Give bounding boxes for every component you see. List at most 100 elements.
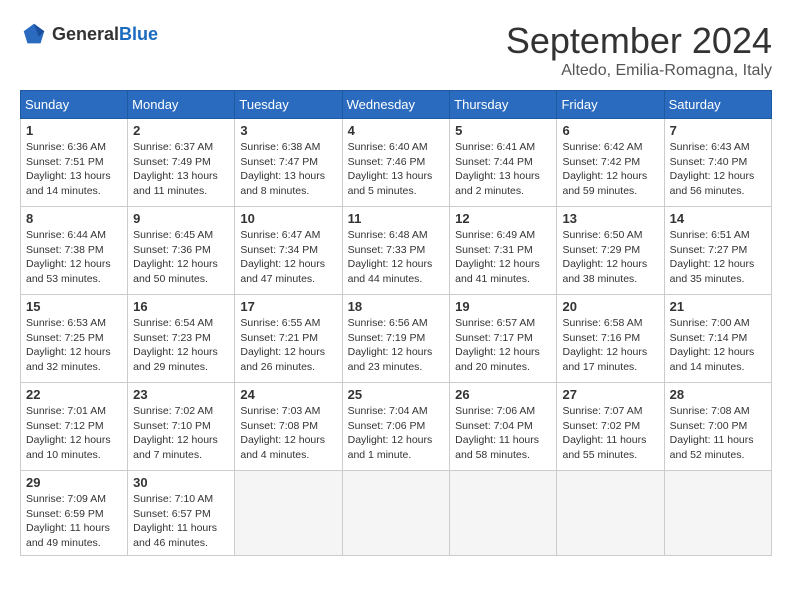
logo-text-general: General (52, 24, 119, 44)
day-info: Sunrise: 6:53 AM Sunset: 7:25 PM Dayligh… (26, 316, 122, 375)
day-info: Sunrise: 7:10 AM Sunset: 6:57 PM Dayligh… (133, 492, 229, 551)
table-row: 29 Sunrise: 7:09 AM Sunset: 6:59 PM Dayl… (21, 471, 128, 556)
table-row: 9 Sunrise: 6:45 AM Sunset: 7:36 PM Dayli… (128, 207, 235, 295)
day-info: Sunrise: 6:56 AM Sunset: 7:19 PM Dayligh… (348, 316, 445, 375)
table-row: 24 Sunrise: 7:03 AM Sunset: 7:08 PM Dayl… (235, 383, 342, 471)
table-row: 4 Sunrise: 6:40 AM Sunset: 7:46 PM Dayli… (342, 119, 450, 207)
day-info: Sunrise: 7:07 AM Sunset: 7:02 PM Dayligh… (562, 404, 658, 463)
day-info: Sunrise: 6:44 AM Sunset: 7:38 PM Dayligh… (26, 228, 122, 287)
calendar-week-row: 8 Sunrise: 6:44 AM Sunset: 7:38 PM Dayli… (21, 207, 772, 295)
table-row: 23 Sunrise: 7:02 AM Sunset: 7:10 PM Dayl… (128, 383, 235, 471)
table-row: 6 Sunrise: 6:42 AM Sunset: 7:42 PM Dayli… (557, 119, 664, 207)
col-thursday: Thursday (450, 91, 557, 119)
table-row: 25 Sunrise: 7:04 AM Sunset: 7:06 PM Dayl… (342, 383, 450, 471)
table-row: 16 Sunrise: 6:54 AM Sunset: 7:23 PM Dayl… (128, 295, 235, 383)
day-info: Sunrise: 7:09 AM Sunset: 6:59 PM Dayligh… (26, 492, 122, 551)
day-info: Sunrise: 6:45 AM Sunset: 7:36 PM Dayligh… (133, 228, 229, 287)
day-number: 30 (133, 475, 229, 490)
day-number: 14 (670, 211, 766, 226)
day-number: 9 (133, 211, 229, 226)
logo-text-blue: Blue (119, 24, 158, 44)
day-info: Sunrise: 6:43 AM Sunset: 7:40 PM Dayligh… (670, 140, 766, 199)
table-row: 15 Sunrise: 6:53 AM Sunset: 7:25 PM Dayl… (21, 295, 128, 383)
table-row: 1 Sunrise: 6:36 AM Sunset: 7:51 PM Dayli… (21, 119, 128, 207)
table-row: 10 Sunrise: 6:47 AM Sunset: 7:34 PM Dayl… (235, 207, 342, 295)
day-number: 13 (562, 211, 658, 226)
table-row: 20 Sunrise: 6:58 AM Sunset: 7:16 PM Dayl… (557, 295, 664, 383)
col-wednesday: Wednesday (342, 91, 450, 119)
day-number: 1 (26, 123, 122, 138)
table-row: 5 Sunrise: 6:41 AM Sunset: 7:44 PM Dayli… (450, 119, 557, 207)
table-row: 19 Sunrise: 6:57 AM Sunset: 7:17 PM Dayl… (450, 295, 557, 383)
day-number: 21 (670, 299, 766, 314)
day-number: 23 (133, 387, 229, 402)
day-number: 28 (670, 387, 766, 402)
calendar-week-row: 1 Sunrise: 6:36 AM Sunset: 7:51 PM Dayli… (21, 119, 772, 207)
table-row (664, 471, 771, 556)
day-info: Sunrise: 6:50 AM Sunset: 7:29 PM Dayligh… (562, 228, 658, 287)
col-friday: Friday (557, 91, 664, 119)
table-row: 12 Sunrise: 6:49 AM Sunset: 7:31 PM Dayl… (450, 207, 557, 295)
table-row: 21 Sunrise: 7:00 AM Sunset: 7:14 PM Dayl… (664, 295, 771, 383)
day-info: Sunrise: 7:08 AM Sunset: 7:00 PM Dayligh… (670, 404, 766, 463)
calendar-week-row: 29 Sunrise: 7:09 AM Sunset: 6:59 PM Dayl… (21, 471, 772, 556)
logo: GeneralBlue (20, 20, 158, 48)
table-row: 13 Sunrise: 6:50 AM Sunset: 7:29 PM Dayl… (557, 207, 664, 295)
day-info: Sunrise: 6:38 AM Sunset: 7:47 PM Dayligh… (240, 140, 336, 199)
day-number: 4 (348, 123, 445, 138)
day-info: Sunrise: 6:49 AM Sunset: 7:31 PM Dayligh… (455, 228, 551, 287)
day-number: 17 (240, 299, 336, 314)
day-number: 3 (240, 123, 336, 138)
table-row: 7 Sunrise: 6:43 AM Sunset: 7:40 PM Dayli… (664, 119, 771, 207)
day-number: 7 (670, 123, 766, 138)
day-info: Sunrise: 6:42 AM Sunset: 7:42 PM Dayligh… (562, 140, 658, 199)
day-info: Sunrise: 6:48 AM Sunset: 7:33 PM Dayligh… (348, 228, 445, 287)
day-number: 29 (26, 475, 122, 490)
table-row: 26 Sunrise: 7:06 AM Sunset: 7:04 PM Dayl… (450, 383, 557, 471)
day-number: 19 (455, 299, 551, 314)
page-header: GeneralBlue September 2024 Altedo, Emili… (20, 20, 772, 80)
day-info: Sunrise: 7:03 AM Sunset: 7:08 PM Dayligh… (240, 404, 336, 463)
table-row: 11 Sunrise: 6:48 AM Sunset: 7:33 PM Dayl… (342, 207, 450, 295)
table-row: 14 Sunrise: 6:51 AM Sunset: 7:27 PM Dayl… (664, 207, 771, 295)
day-info: Sunrise: 6:41 AM Sunset: 7:44 PM Dayligh… (455, 140, 551, 199)
calendar-week-row: 15 Sunrise: 6:53 AM Sunset: 7:25 PM Dayl… (21, 295, 772, 383)
day-number: 6 (562, 123, 658, 138)
table-row: 30 Sunrise: 7:10 AM Sunset: 6:57 PM Dayl… (128, 471, 235, 556)
day-number: 18 (348, 299, 445, 314)
day-number: 22 (26, 387, 122, 402)
day-number: 10 (240, 211, 336, 226)
table-row: 3 Sunrise: 6:38 AM Sunset: 7:47 PM Dayli… (235, 119, 342, 207)
table-row (342, 471, 450, 556)
day-number: 5 (455, 123, 551, 138)
table-row (450, 471, 557, 556)
table-row: 8 Sunrise: 6:44 AM Sunset: 7:38 PM Dayli… (21, 207, 128, 295)
day-info: Sunrise: 7:02 AM Sunset: 7:10 PM Dayligh… (133, 404, 229, 463)
calendar-header-row: Sunday Monday Tuesday Wednesday Thursday… (21, 91, 772, 119)
day-info: Sunrise: 6:54 AM Sunset: 7:23 PM Dayligh… (133, 316, 229, 375)
calendar-week-row: 22 Sunrise: 7:01 AM Sunset: 7:12 PM Dayl… (21, 383, 772, 471)
title-block: September 2024 Altedo, Emilia-Romagna, I… (506, 20, 772, 80)
table-row: 27 Sunrise: 7:07 AM Sunset: 7:02 PM Dayl… (557, 383, 664, 471)
table-row: 28 Sunrise: 7:08 AM Sunset: 7:00 PM Dayl… (664, 383, 771, 471)
day-info: Sunrise: 6:55 AM Sunset: 7:21 PM Dayligh… (240, 316, 336, 375)
day-info: Sunrise: 6:37 AM Sunset: 7:49 PM Dayligh… (133, 140, 229, 199)
day-number: 12 (455, 211, 551, 226)
col-monday: Monday (128, 91, 235, 119)
day-info: Sunrise: 7:00 AM Sunset: 7:14 PM Dayligh… (670, 316, 766, 375)
day-number: 16 (133, 299, 229, 314)
day-number: 25 (348, 387, 445, 402)
day-number: 11 (348, 211, 445, 226)
col-sunday: Sunday (21, 91, 128, 119)
day-info: Sunrise: 6:57 AM Sunset: 7:17 PM Dayligh… (455, 316, 551, 375)
day-info: Sunrise: 6:40 AM Sunset: 7:46 PM Dayligh… (348, 140, 445, 199)
day-info: Sunrise: 7:06 AM Sunset: 7:04 PM Dayligh… (455, 404, 551, 463)
day-number: 2 (133, 123, 229, 138)
table-row (235, 471, 342, 556)
title-location: Altedo, Emilia-Romagna, Italy (506, 62, 772, 80)
col-tuesday: Tuesday (235, 91, 342, 119)
day-number: 27 (562, 387, 658, 402)
table-row: 22 Sunrise: 7:01 AM Sunset: 7:12 PM Dayl… (21, 383, 128, 471)
logo-icon (20, 20, 48, 48)
table-row: 17 Sunrise: 6:55 AM Sunset: 7:21 PM Dayl… (235, 295, 342, 383)
